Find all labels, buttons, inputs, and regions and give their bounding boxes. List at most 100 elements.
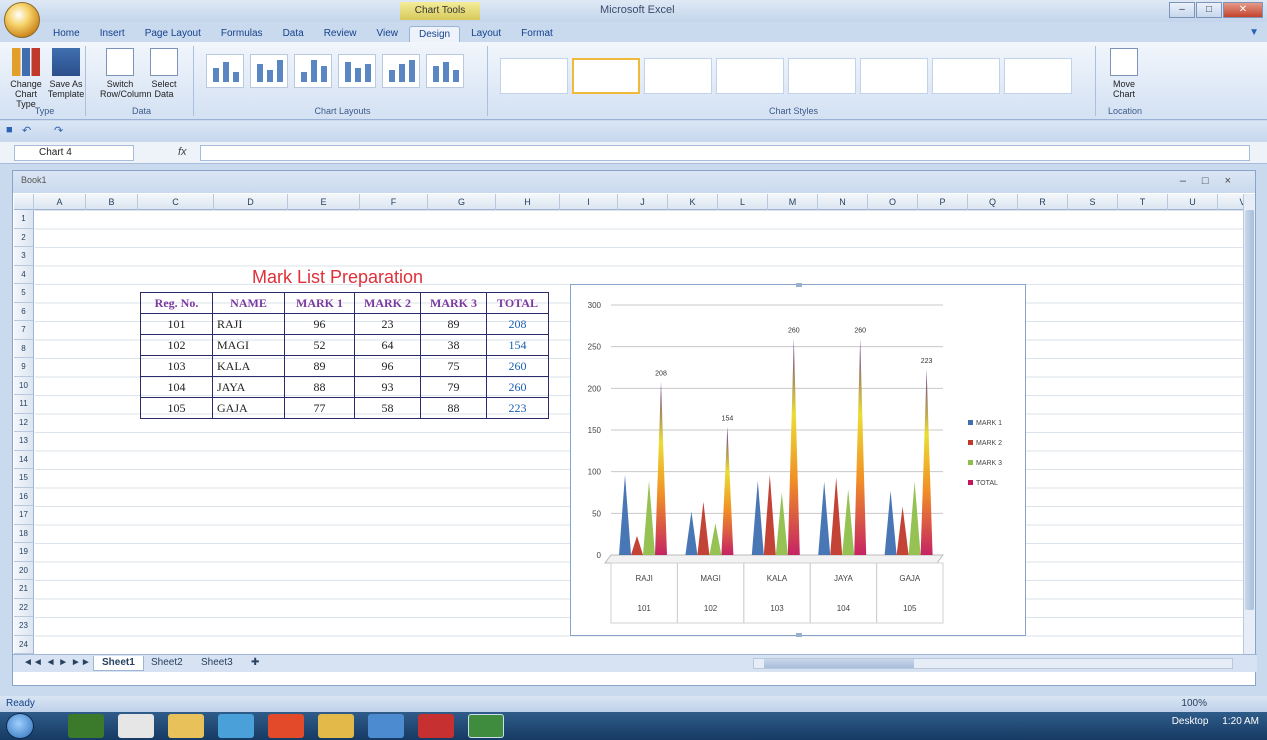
legend-entry[interactable]: MARK 3 [976, 460, 1002, 467]
table-cell[interactable]: 23 [354, 313, 421, 335]
table-cell[interactable]: KALA [212, 355, 285, 377]
bar-mark-1[interactable] [685, 511, 698, 555]
tab-format[interactable]: Format [512, 26, 562, 42]
bar-total[interactable] [721, 426, 734, 555]
table-cell[interactable]: 96 [354, 355, 421, 377]
column-header-v[interactable]: V [1218, 194, 1244, 210]
column-header-j[interactable]: J [618, 194, 668, 210]
column-header-i[interactable]: I [560, 194, 618, 210]
bar-mark-1[interactable] [751, 480, 764, 555]
column-header-s[interactable]: S [1068, 194, 1118, 210]
legend-entry[interactable]: TOTAL [976, 480, 998, 487]
bar-total[interactable] [854, 338, 867, 555]
tab-view[interactable]: View [367, 26, 407, 42]
row-header-18[interactable]: 18 [14, 525, 33, 543]
column-header-n[interactable]: N [818, 194, 868, 210]
row-header-8[interactable]: 8 [14, 340, 33, 358]
chart-resize-handle-bottom[interactable] [796, 633, 802, 637]
header-mark-3[interactable]: MARK 3 [420, 292, 487, 314]
table-cell[interactable]: 154 [486, 334, 549, 356]
maximize-button[interactable]: □ [1196, 2, 1222, 18]
tab-design[interactable]: Design [408, 26, 461, 42]
change-chart-type-button[interactable]: Change Chart Type [6, 48, 46, 109]
column-header-l[interactable]: L [718, 194, 768, 210]
column-header-t[interactable]: T [1118, 194, 1168, 210]
chrome-icon[interactable] [268, 714, 304, 738]
spreadsheet-grid[interactable]: ABCDEFGHIJKLMNOPQRSTUV 1 2 3 4 5 6 7 8 9 10 11 12 13… [14, 194, 1244, 654]
help-icon[interactable]: ▼ [1249, 27, 1259, 38]
undo-icon[interactable]: ↶ [22, 124, 31, 137]
column-header-p[interactable]: P [918, 194, 968, 210]
chart-layout-4[interactable] [338, 54, 376, 88]
horizontal-scrollbar[interactable] [753, 658, 1233, 669]
bar-mark-1[interactable] [884, 490, 897, 555]
column-header-r[interactable]: R [1018, 194, 1068, 210]
legend-entry[interactable]: MARK 2 [976, 440, 1002, 447]
row-header-14[interactable]: 14 [14, 451, 33, 469]
header-total[interactable]: TOTAL [486, 292, 549, 314]
select-data-button[interactable]: Select Data [144, 48, 184, 99]
tab-review[interactable]: Review [315, 26, 366, 42]
column-header-a[interactable]: A [34, 194, 86, 210]
table-cell[interactable]: JAYA [212, 376, 285, 398]
row-header-19[interactable]: 19 [14, 543, 33, 562]
close-button[interactable]: ✕ [1223, 2, 1263, 18]
horizontal-scroll-thumb[interactable] [764, 659, 914, 668]
chart-style-8[interactable] [1004, 58, 1072, 94]
chart-resize-handle-top[interactable] [796, 283, 802, 287]
paint-icon[interactable] [318, 714, 354, 738]
clock[interactable]: 1:20 AM [1222, 716, 1259, 727]
formula-input[interactable] [200, 145, 1250, 161]
bar-mark-3[interactable] [908, 481, 921, 555]
header-mark-1[interactable]: MARK 1 [284, 292, 355, 314]
row-header-22[interactable]: 22 [14, 599, 33, 617]
column-header-g[interactable]: G [428, 194, 496, 210]
desktop-toolbar[interactable]: Desktop [1172, 716, 1209, 727]
column-header-d[interactable]: D [214, 194, 288, 210]
row-header-5[interactable]: 5 [14, 284, 33, 303]
column-header-f[interactable]: F [360, 194, 428, 210]
row-header-11[interactable]: 11 [14, 395, 33, 414]
row-header-15[interactable]: 15 [14, 469, 33, 488]
table-cell[interactable]: 58 [354, 397, 421, 419]
workbook-window-controls[interactable]: –□× [1180, 175, 1247, 187]
function-icon[interactable]: fx [178, 146, 187, 158]
table-cell[interactable]: 77 [284, 397, 355, 419]
legend-entry[interactable]: MARK 1 [976, 420, 1002, 427]
row-header-21[interactable]: 21 [14, 580, 33, 599]
tab-data[interactable]: Data [274, 26, 313, 42]
table-cell[interactable]: 208 [486, 313, 549, 335]
table-cell[interactable]: 88 [420, 397, 487, 419]
table-cell[interactable]: 52 [284, 334, 355, 356]
tab-insert[interactable]: Insert [91, 26, 134, 42]
chart-layout-6[interactable] [426, 54, 464, 88]
chart-layout-2[interactable] [250, 54, 288, 88]
row-header-12[interactable]: 12 [14, 414, 33, 432]
column-header-u[interactable]: U [1168, 194, 1218, 210]
bar-total[interactable] [787, 338, 800, 555]
row-header-16[interactable]: 16 [14, 488, 33, 506]
folder-icon[interactable] [168, 714, 204, 738]
table-cell[interactable]: 223 [486, 397, 549, 419]
word-icon[interactable] [368, 714, 404, 738]
table-cell[interactable]: 102 [140, 334, 213, 356]
table-cell[interactable]: 104 [140, 376, 213, 398]
bar-total[interactable] [920, 369, 933, 555]
table-cell[interactable]: 75 [420, 355, 487, 377]
row-header-23[interactable]: 23 [14, 617, 33, 636]
table-cell[interactable]: 89 [420, 313, 487, 335]
table-cell[interactable]: 64 [354, 334, 421, 356]
acrobat-icon[interactable] [418, 714, 454, 738]
mark-list-table[interactable]: Reg. No. NAME MARK 1 MARK 2 MARK 3 TOTAL… [140, 292, 549, 419]
select-all-corner[interactable] [14, 194, 34, 210]
sheet-tab-sheet1[interactable]: Sheet1 [93, 656, 144, 671]
chart-layout-3[interactable] [294, 54, 332, 88]
column-header-k[interactable]: K [668, 194, 718, 210]
chart-style-6[interactable] [860, 58, 928, 94]
start-button[interactable] [6, 713, 34, 739]
bar-total[interactable] [655, 381, 667, 555]
bar-mark-2[interactable] [896, 506, 909, 555]
chart-object[interactable]: 0 50 100 150 200 250 300 RAJI 101 MAGI 102 KALA 103 J… [570, 283, 1026, 637]
table-cell[interactable]: RAJI [212, 313, 285, 335]
save-icon[interactable]: ■ [6, 124, 13, 136]
